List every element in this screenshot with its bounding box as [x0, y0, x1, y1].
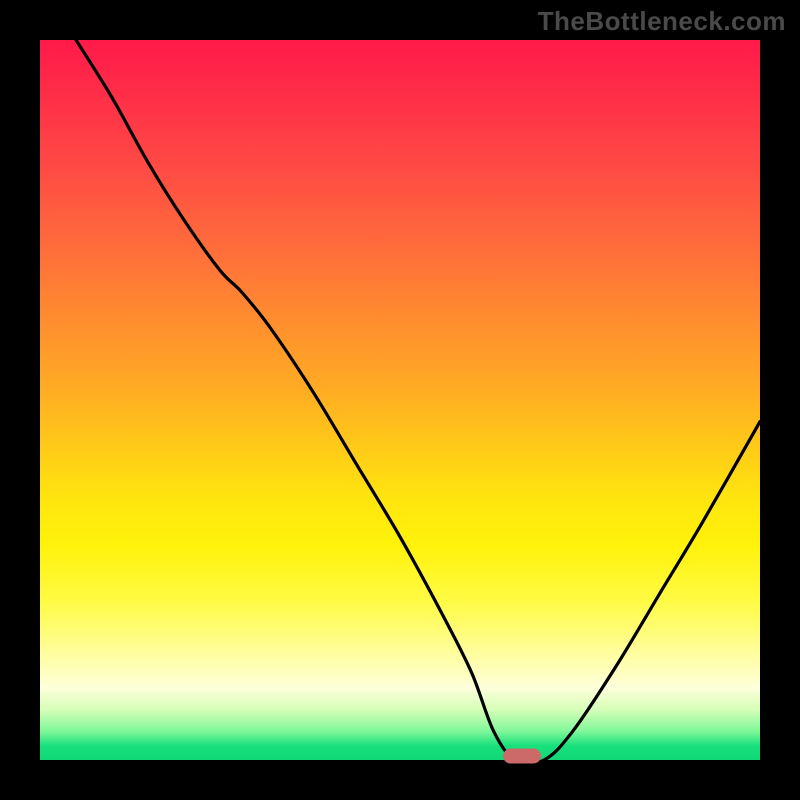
chart-frame: TheBottleneck.com	[0, 0, 800, 800]
optimal-marker	[503, 749, 541, 764]
watermark-text: TheBottleneck.com	[538, 6, 786, 37]
bottleneck-curve	[40, 40, 760, 760]
plot-area	[40, 40, 760, 760]
curve-path	[76, 40, 760, 760]
